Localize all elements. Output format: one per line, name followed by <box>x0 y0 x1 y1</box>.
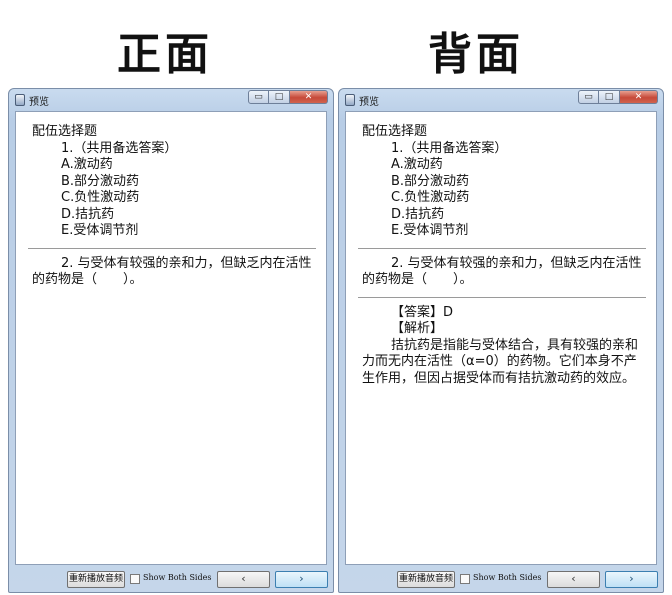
answer-line: 【答案】D <box>391 304 454 320</box>
maximize-button[interactable]: □ <box>269 90 290 104</box>
next-button[interactable]: › <box>605 571 658 588</box>
divider <box>358 247 646 249</box>
window-title: 预览 <box>359 97 379 108</box>
option-b: B.部分激动药 <box>61 173 140 189</box>
section-title: 配伍选择题 <box>32 124 98 139</box>
replay-audio-button[interactable]: 重新播放音频 <box>397 571 455 588</box>
front-title-bar[interactable]: 预览 ▭ □ ✕ <box>9 89 333 111</box>
back-preview-window: 预览 ▭ □ ✕ 配伍选择题 1.（共用备选答案） A.激动药 B.部分激动药 … <box>338 88 664 593</box>
window-title: 预览 <box>29 97 49 108</box>
close-button[interactable]: ✕ <box>620 90 658 104</box>
front-bottom-bar: 重新播放音频 Show Both Sides ‹ › <box>9 565 333 592</box>
question-2-text: 2. 与受体有较强的亲和力，但缺乏内在活性的药物是（ ）。 <box>362 255 642 288</box>
analysis-text: 拮抗药是指能与受体结合，具有较强的亲和力而无内在活性（α=0）的药物。它们本身不… <box>362 337 639 386</box>
option-a: A.激动药 <box>391 157 443 172</box>
close-button[interactable]: ✕ <box>290 90 328 104</box>
back-heading: 背面 <box>428 29 524 80</box>
option-d: D.拮抗药 <box>61 206 115 222</box>
minimize-button[interactable]: ▭ <box>248 90 269 104</box>
front-preview-window: 预览 ▭ □ ✕ 配伍选择题 1.（共用备选答案） A.激动药 B.部分激动药 … <box>8 88 334 593</box>
maximize-button[interactable]: □ <box>599 90 620 104</box>
previous-button[interactable]: ‹ <box>217 571 270 588</box>
question-2-text: 2. 与受体有较强的亲和力，但缺乏内在活性的药物是（ ）。 <box>32 255 312 288</box>
question-1-header: 1.（共用备选答案） <box>61 140 178 156</box>
app-icon <box>345 94 355 106</box>
analysis-label: 【解析】 <box>391 321 444 336</box>
option-e: E.受体调节剂 <box>61 223 139 238</box>
back-bottom-bar: 重新播放音频 Show Both Sides ‹ › <box>339 565 663 592</box>
divider <box>28 247 316 249</box>
show-both-sides-checkbox[interactable] <box>460 574 470 584</box>
option-a: A.激动药 <box>61 157 113 172</box>
option-c: C.负性激动药 <box>391 190 470 205</box>
show-both-sides-label[interactable]: Show Both Sides <box>473 573 541 582</box>
front-card-content: 配伍选择题 1.（共用备选答案） A.激动药 B.部分激动药 C.负性激动药 D… <box>15 111 327 565</box>
back-title-bar[interactable]: 预览 ▭ □ ✕ <box>339 89 663 111</box>
divider <box>358 296 646 298</box>
section-title: 配伍选择题 <box>362 124 428 139</box>
option-d: D.拮抗药 <box>391 206 445 222</box>
option-e: E.受体调节剂 <box>391 223 469 238</box>
next-button[interactable]: › <box>275 571 328 588</box>
app-icon <box>15 94 25 106</box>
show-both-sides-label[interactable]: Show Both Sides <box>143 573 211 582</box>
question-1-header: 1.（共用备选答案） <box>391 140 508 156</box>
minimize-button[interactable]: ▭ <box>578 90 599 104</box>
show-both-sides-checkbox[interactable] <box>130 574 140 584</box>
previous-button[interactable]: ‹ <box>547 571 600 588</box>
option-b: B.部分激动药 <box>391 173 470 189</box>
front-heading: 正面 <box>117 29 213 80</box>
replay-audio-button[interactable]: 重新播放音频 <box>67 571 125 588</box>
back-card-content: 配伍选择题 1.（共用备选答案） A.激动药 B.部分激动药 C.负性激动药 D… <box>345 111 657 565</box>
option-c: C.负性激动药 <box>61 190 140 205</box>
